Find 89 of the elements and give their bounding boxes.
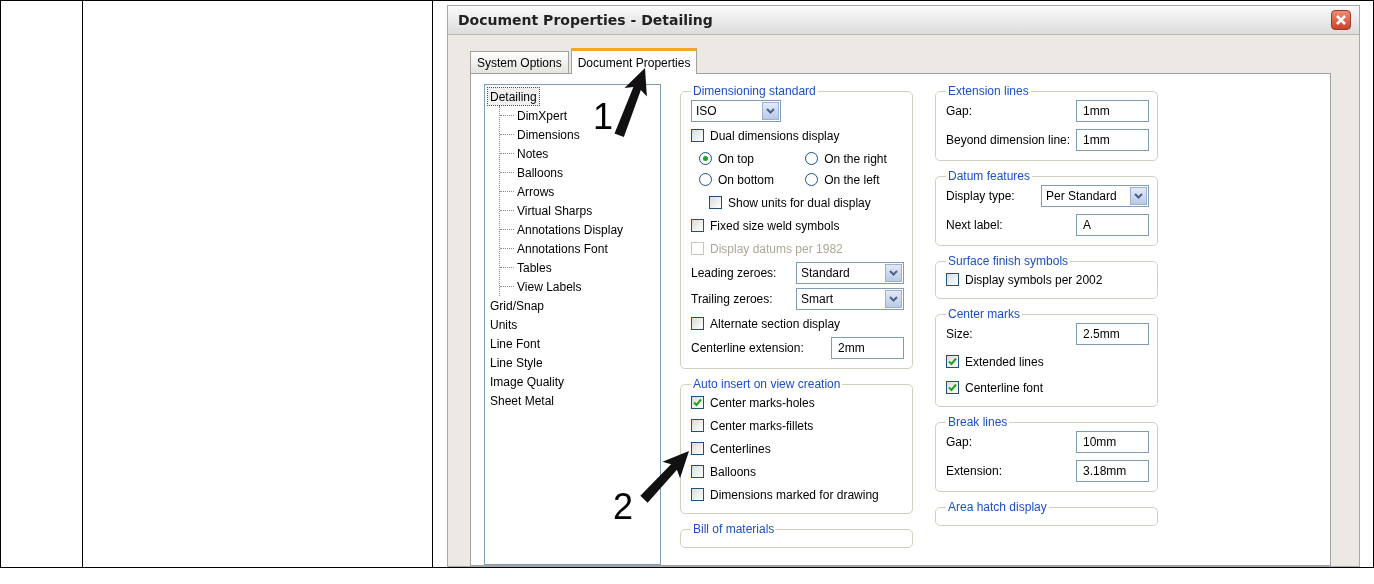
group-title: Bill of materials — [692, 522, 776, 536]
input-field[interactable]: 1mm — [1076, 129, 1150, 151]
window-title: Document Properties - Detailing — [458, 12, 713, 28]
tree-item[interactable]: Notes — [514, 144, 552, 163]
checkbox[interactable] — [946, 273, 959, 286]
checkbox[interactable] — [946, 355, 959, 368]
input-field[interactable]: 1mm — [1076, 100, 1150, 122]
dropdown[interactable]: ISO — [691, 100, 781, 122]
field-label: Trailing zeroes: — [691, 292, 773, 306]
field-label: Next label: — [946, 218, 1003, 232]
arrow-icon — [640, 451, 689, 503]
tab[interactable]: Document Properties — [570, 48, 698, 74]
tree-item[interactable]: Virtual Sharps — [514, 201, 596, 220]
checkbox-label: Display symbols per 2002 — [965, 272, 1103, 287]
checkbox[interactable] — [691, 396, 704, 409]
radio-button[interactable] — [699, 173, 712, 186]
checkbox[interactable] — [691, 129, 704, 142]
group-title: Surface finish symbols — [947, 254, 1070, 268]
group-title: Datum features — [947, 169, 1032, 183]
close-icon — [1336, 15, 1346, 25]
input-field[interactable]: 2.5mm — [1076, 323, 1149, 345]
group-title: Center marks — [947, 307, 1022, 321]
callout-number: 1 — [593, 99, 614, 135]
checkbox-label: Show units for dual display — [728, 195, 871, 210]
checkbox-label: Centerline font — [965, 380, 1044, 395]
tree-item[interactable]: View Labels — [514, 277, 585, 296]
field-label: Gap: — [946, 435, 972, 449]
tree-item[interactable]: Sheet Metal — [487, 391, 558, 410]
tree-item[interactable]: Annotations Font — [514, 239, 611, 258]
checkbox-label: Center marks-fillets — [710, 418, 814, 433]
checkbox-label: Alternate section display — [710, 316, 841, 331]
checkbox[interactable] — [691, 488, 704, 501]
tree-item[interactable]: Arrows — [514, 182, 558, 201]
tree-item[interactable]: Detailing — [487, 87, 540, 106]
tree-item[interactable]: Grid/Snap — [487, 296, 548, 315]
group-title: Break lines — [947, 415, 1009, 429]
input-field[interactable]: 2mm — [831, 337, 904, 359]
radio-button[interactable] — [699, 152, 712, 165]
field-label: Extension: — [946, 464, 1003, 478]
checkbox-label: Fixed size weld symbols — [710, 218, 840, 233]
checkbox[interactable] — [709, 196, 722, 209]
checkbox-label: Balloons — [710, 464, 757, 479]
field-label: Gap: — [946, 104, 972, 118]
checkbox[interactable] — [691, 419, 704, 432]
tree-item[interactable]: Image Quality — [487, 372, 568, 391]
radio-button[interactable] — [805, 152, 819, 165]
group-title: Area hatch display — [947, 500, 1048, 514]
checkbox-label: Display datums per 1982 — [710, 241, 843, 256]
checkbox-label: Centerlines — [710, 441, 771, 456]
input-field[interactable]: A — [1076, 214, 1149, 236]
input-field[interactable]: 10mm — [1076, 431, 1149, 453]
field-label: Size: — [946, 327, 973, 341]
dropdown[interactable]: Standard — [796, 262, 904, 284]
group-title: Dimensioning standard — [692, 84, 817, 98]
checkbox[interactable] — [691, 465, 704, 478]
checkbox[interactable] — [691, 442, 704, 455]
checkbox-label: Dimensions marked for drawing — [710, 487, 879, 502]
dropdown[interactable]: Per Standard — [1041, 185, 1149, 207]
tree-item[interactable]: Dimensions — [514, 125, 583, 144]
tab[interactable]: System Options — [470, 51, 569, 73]
tree-item[interactable]: Units — [487, 315, 521, 334]
tree-item[interactable]: Annotations Display — [514, 220, 627, 239]
dropdown[interactable]: Smart — [796, 288, 904, 310]
checkbox-label: Center marks-holes — [710, 395, 815, 410]
radio-label: On the left — [824, 172, 880, 187]
input-field[interactable]: 3.18mm — [1076, 460, 1149, 482]
field-label: Leading zeroes: — [691, 266, 777, 280]
checkbox-label: Dual dimensions display — [710, 128, 840, 143]
checkbox[interactable] — [691, 219, 704, 232]
radio-button[interactable] — [805, 173, 819, 186]
tree-item[interactable]: Balloons — [514, 163, 567, 182]
radio-label: On top — [718, 151, 755, 166]
callout-number: 2 — [613, 489, 634, 525]
arrow-icon — [614, 68, 647, 137]
tree-item[interactable]: Line Font — [487, 334, 544, 353]
group-title: Extension lines — [947, 84, 1030, 98]
tree-item[interactable]: Line Style — [487, 353, 546, 372]
field-label: Beyond dimension line: — [946, 133, 1071, 147]
radio-label: On bottom — [718, 172, 775, 187]
checkbox-label: Extended lines — [965, 354, 1044, 369]
radio-label: On the right — [824, 151, 887, 166]
tree-item[interactable]: DimXpert — [514, 106, 570, 125]
tree-item[interactable]: Tables — [514, 258, 555, 277]
checkbox[interactable] — [691, 317, 704, 330]
close-button[interactable] — [1331, 10, 1351, 30]
checkbox[interactable] — [946, 381, 959, 394]
field-label: Centerline extension: — [691, 341, 804, 355]
group-title: Auto insert on view creation — [692, 377, 842, 391]
field-label: Display type: — [946, 189, 1015, 203]
